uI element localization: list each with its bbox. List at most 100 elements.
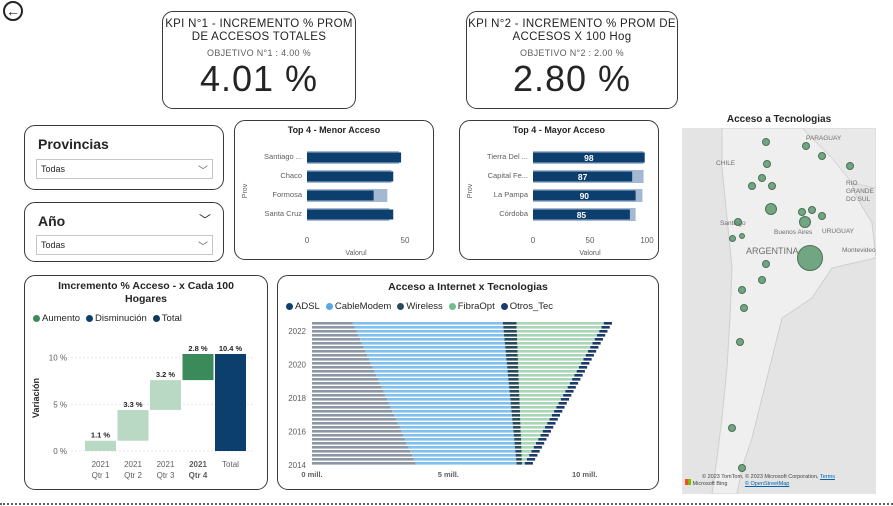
waterfall-title-line2: Hogares <box>124 293 167 305</box>
map-bubble[interactable] <box>818 152 826 160</box>
tec-bar-segment <box>556 406 565 409</box>
bar-data-label: 87 <box>578 172 588 182</box>
map-label-uruguay: URUGUAY <box>822 228 855 235</box>
tec-bar-segment <box>513 434 521 437</box>
legend-wireless[interactable]: Wireless <box>397 301 443 312</box>
map-bubble[interactable] <box>797 245 823 271</box>
map-visual[interactable]: PARAGUAY CHILE ARGENTINA URUGUAY Buenos … <box>682 128 876 494</box>
legend-total[interactable]: Total <box>152 313 182 324</box>
tec-bar-segment <box>516 462 522 465</box>
map-bubble[interactable] <box>738 464 746 472</box>
chevron-down-icon: ﹀ <box>198 166 208 177</box>
x-axis-label: Valorul <box>579 250 601 257</box>
tec-bar-segment <box>392 410 512 413</box>
map-bubble[interactable] <box>768 182 776 190</box>
y-tick-label: 2018 <box>288 394 306 403</box>
map-bubble[interactable] <box>762 138 770 146</box>
map-bubble[interactable] <box>798 208 806 216</box>
tec-bar-segment <box>509 386 520 389</box>
provincias-dropdown[interactable]: Todas ﹀ <box>36 159 213 179</box>
map-bubble[interactable] <box>808 206 816 214</box>
map-osm-link[interactable]: © OpenStreetMap <box>745 481 789 487</box>
tec-bar-segment <box>363 346 506 349</box>
tec-bar-segment <box>312 370 375 373</box>
map-bubble[interactable] <box>762 260 770 268</box>
legend-cablemodem[interactable]: CableModem <box>325 301 391 312</box>
y-tick-label: 5 % <box>53 400 67 409</box>
tec-bar-segment <box>506 362 519 365</box>
tec-bar-segment <box>574 374 583 377</box>
tec-bar-segment <box>505 350 518 353</box>
map-bubble[interactable] <box>748 182 756 190</box>
map-bubble[interactable] <box>758 276 766 284</box>
tec-bar-segment <box>369 358 507 361</box>
tec-bar-segment <box>551 414 561 417</box>
map-bubble[interactable] <box>758 174 766 182</box>
map-bubble[interactable] <box>818 212 826 220</box>
tec-bar-segment <box>404 438 515 441</box>
map-bubble[interactable] <box>765 203 777 215</box>
tec-bar-segment <box>412 454 516 457</box>
tec-bar-segment <box>516 326 602 329</box>
top4-mayor-chart: Tierra Del ... 98 Capital Fe... 87 La Pampa 9… <box>467 151 654 257</box>
map-terms-link[interactable]: Terms <box>820 474 835 480</box>
tec-bar-segment <box>512 418 521 421</box>
map-bubble[interactable] <box>799 216 811 228</box>
tec-bar-segment <box>511 410 520 413</box>
tec-bar-segment <box>365 350 506 353</box>
back-button[interactable]: ← <box>3 1 23 21</box>
kpi1-card: KPI N°1 - INCREMENTO % PROM DE ACCESOS T… <box>162 11 356 109</box>
map-bubble[interactable] <box>763 160 771 168</box>
tec-bar-segment <box>383 390 510 393</box>
anio-collapse-chevron-icon[interactable]: ﹀ <box>199 211 211 228</box>
tec-bar-segment <box>569 382 579 385</box>
top4-menor-chart: Santiago ... Chaco Formosa Santa Cruz 0 50 Val… <box>242 151 410 257</box>
waterfall-bar <box>117 409 149 441</box>
map-bubble[interactable] <box>736 338 744 346</box>
tec-bar-segment <box>578 366 588 369</box>
tec-bar-segment <box>312 438 405 441</box>
x-category-line1: 2021 <box>157 460 175 469</box>
legend-otrostec[interactable]: Otros_Tec <box>500 301 553 312</box>
tec-bar-segment <box>521 446 534 449</box>
tec-bar-segment <box>542 430 551 433</box>
map-bubble[interactable] <box>728 424 736 432</box>
kpi2-title-line1: KPI N°2 - INCREMENTO % PROM DE <box>468 18 676 30</box>
waterfall-title: Imcremento % Acceso - x Cada 100 Hogares <box>25 280 267 306</box>
tec-bar-segment <box>520 418 550 421</box>
map-bubble[interactable] <box>734 218 742 226</box>
tec-bar-segment <box>510 398 520 401</box>
x-tick-label: 50 <box>401 236 410 245</box>
legend-fibraopt[interactable]: FibraOpt <box>448 301 495 312</box>
legend-aumento[interactable]: Aumento <box>33 313 80 324</box>
map-bubble[interactable] <box>846 162 854 170</box>
tec-bar-segment <box>592 342 601 345</box>
tec-bar-segment <box>511 414 521 417</box>
bar-category-label: Tierra Del ... <box>487 152 528 161</box>
tec-bar-segment <box>512 422 521 425</box>
map-bubble[interactable] <box>740 304 748 312</box>
tec-bar-segment <box>515 454 522 457</box>
legend-disminucion[interactable]: Disminución <box>86 313 147 324</box>
tec-bar-segment <box>524 462 533 465</box>
tec-bar-segment <box>529 454 538 457</box>
tec-bar-segment <box>509 394 520 397</box>
legend-adsl[interactable]: ADSL <box>286 301 320 312</box>
tec-bar-segment <box>356 330 504 333</box>
tec-bar-segment <box>502 322 517 325</box>
kpi1-title-line2: DE ACCESOS TOTALES <box>191 31 327 43</box>
y-tick-label: 0 % <box>53 447 67 456</box>
map-bubble[interactable] <box>738 286 746 294</box>
map-bubble[interactable] <box>739 233 745 239</box>
tec-bar-segment <box>312 398 387 401</box>
waterfall-bar <box>182 354 214 381</box>
tec-bar-segment <box>513 426 521 429</box>
tec-bar-segment <box>505 346 518 349</box>
map-bubble[interactable] <box>728 234 736 242</box>
tec-bar-segment <box>521 438 539 441</box>
provincias-slicer-title: Provincias <box>38 136 109 152</box>
map-bubble[interactable] <box>802 142 810 150</box>
anio-dropdown[interactable]: Todas ﹀ <box>36 235 213 255</box>
tec-bar-segment <box>413 458 517 461</box>
bar-value <box>307 190 374 201</box>
